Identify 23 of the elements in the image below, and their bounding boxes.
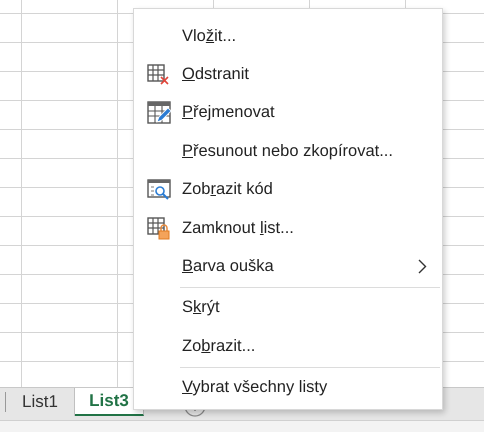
- menu-item[interactable]: Barva ouška: [134, 247, 442, 286]
- menu-item-label: Vložit...: [182, 26, 238, 46]
- table-lock-icon: [147, 216, 171, 240]
- menu-item-label: Barva ouška: [182, 257, 275, 276]
- menu-item-label: Skrýt: [182, 298, 221, 318]
- menu-item-label: Přesunout nebo zkopírovat...: [182, 142, 394, 161]
- menu-item-label: Zamknout list...: [182, 218, 295, 238]
- menu-item[interactable]: Vložit...: [134, 17, 442, 56]
- menu-item[interactable]: Zobrazit kód: [134, 170, 442, 209]
- menu-item-label: Vybrat všechny listy: [182, 378, 328, 398]
- menu-item[interactable]: Odstranit: [134, 55, 442, 94]
- menu-item[interactable]: Přejmenovat: [134, 94, 442, 132]
- menu-item-label: Zobrazit kód: [182, 180, 274, 200]
- menu-item[interactable]: Přesunout nebo zkopírovat...: [134, 132, 442, 171]
- menu-item-label: Přejmenovat: [182, 103, 276, 122]
- table-pencil-icon: [147, 101, 171, 124]
- table-delete-icon: [147, 64, 171, 86]
- menu-item[interactable]: Skrýt: [134, 288, 442, 328]
- menu-item-label: Zobrazit...: [182, 336, 256, 356]
- magnifier-page-icon: [147, 178, 171, 201]
- menu-item-label: Odstranit: [182, 65, 250, 84]
- menu-item[interactable]: Zobrazit...: [134, 327, 442, 366]
- menu-item[interactable]: Zamknout list...: [134, 208, 442, 248]
